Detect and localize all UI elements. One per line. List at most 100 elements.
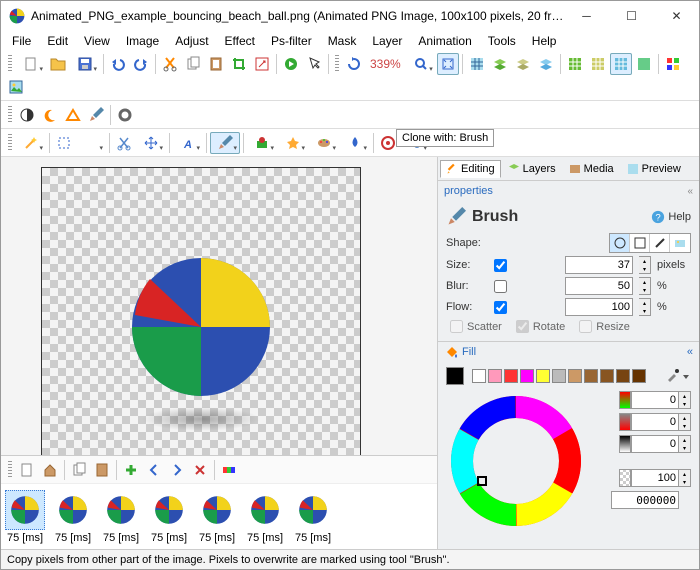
menu-view[interactable]: View — [77, 32, 117, 50]
swatch[interactable] — [504, 369, 518, 383]
minimize-button[interactable]: ─ — [564, 1, 609, 31]
scatter-check[interactable]: Scatter — [450, 320, 502, 333]
paint-tool[interactable] — [309, 132, 339, 154]
frame-fx-icon[interactable] — [218, 459, 240, 481]
menu-adjust[interactable]: Adjust — [168, 32, 215, 50]
properties-header[interactable]: properties« — [438, 181, 699, 201]
fit-button[interactable] — [437, 53, 459, 75]
menu-psfilter[interactable]: Ps-filter — [264, 32, 319, 50]
swatch[interactable] — [536, 369, 550, 383]
blur-input[interactable] — [565, 277, 633, 295]
scissors-tool[interactable] — [113, 132, 135, 154]
frame-thumb[interactable]: 75 [ms] — [149, 490, 189, 544]
gear-icon[interactable] — [114, 104, 136, 126]
frame-thumb[interactable]: 75 [ms] — [53, 490, 93, 544]
size-input[interactable] — [565, 256, 633, 274]
swatch-current[interactable] — [446, 367, 464, 385]
shape-diag-icon[interactable] — [650, 234, 670, 252]
fill-header[interactable]: Fill « — [438, 341, 699, 361]
swatch[interactable] — [552, 369, 566, 383]
tab-media[interactable]: Media — [563, 160, 620, 178]
frame-left-icon[interactable] — [143, 459, 165, 481]
grip-icon[interactable] — [8, 55, 12, 73]
s-spin[interactable]: ▴▾ — [679, 413, 691, 431]
marquee-tool[interactable] — [53, 132, 75, 154]
size-check[interactable] — [494, 259, 507, 272]
zoom-value[interactable]: 339% — [366, 57, 405, 71]
menu-help[interactable]: Help — [525, 32, 564, 50]
open-button[interactable] — [47, 53, 69, 75]
brush-tool[interactable] — [210, 132, 240, 154]
tab-editing[interactable]: Editing — [440, 160, 501, 178]
tab-preview[interactable]: Preview — [621, 160, 687, 178]
color-wheel[interactable] — [446, 391, 586, 531]
l-input[interactable] — [631, 435, 679, 453]
flow-input[interactable] — [565, 298, 633, 316]
grip-icon[interactable] — [8, 461, 12, 479]
tab-layers[interactable]: Layers — [502, 160, 562, 178]
grid2-icon[interactable] — [587, 53, 609, 75]
blur-check[interactable] — [494, 280, 507, 293]
swatch[interactable] — [568, 369, 582, 383]
a-input[interactable] — [631, 469, 679, 487]
menu-layer[interactable]: Layer — [365, 32, 409, 50]
layer3-button[interactable] — [535, 53, 557, 75]
grid1-icon[interactable] — [564, 53, 586, 75]
rotate-button[interactable] — [343, 53, 365, 75]
s-input[interactable] — [631, 413, 679, 431]
resize-button[interactable] — [251, 53, 273, 75]
size-spinner[interactable]: ▴▾ — [639, 256, 651, 274]
frame-thumb[interactable]: 75 [ms] — [293, 490, 333, 544]
pointer-button[interactable] — [303, 53, 325, 75]
contrast-icon[interactable] — [16, 104, 38, 126]
flow-check[interactable] — [494, 301, 507, 314]
h-input[interactable] — [631, 391, 679, 409]
grip-icon[interactable] — [335, 55, 339, 73]
frame-copy-icon[interactable] — [68, 459, 90, 481]
menu-animation[interactable]: Animation — [411, 32, 478, 50]
frame-thumb[interactable]: 75 [ms] — [101, 490, 141, 544]
marquee-dd[interactable] — [76, 132, 106, 154]
menu-effect[interactable]: Effect — [218, 32, 262, 50]
drop-tool[interactable] — [340, 132, 370, 154]
layer1-button[interactable] — [489, 53, 511, 75]
test-button[interactable] — [280, 53, 302, 75]
zoom-dropdown[interactable] — [406, 53, 436, 75]
image-icon[interactable] — [5, 76, 27, 98]
h-spin[interactable]: ▴▾ — [679, 391, 691, 409]
shape-custom-icon[interactable] — [670, 234, 690, 252]
rotate-check[interactable]: Rotate — [516, 320, 565, 333]
triangle-icon[interactable] — [62, 104, 84, 126]
wand-tool[interactable] — [16, 132, 46, 154]
frame-thumb[interactable]: 75 [ms] — [5, 490, 45, 544]
menu-tools[interactable]: Tools — [481, 32, 523, 50]
frame-right-icon[interactable] — [166, 459, 188, 481]
close-button[interactable]: ✕ — [654, 1, 699, 31]
brush2-icon[interactable] — [85, 104, 107, 126]
menu-mask[interactable]: Mask — [321, 32, 364, 50]
a-grad[interactable] — [619, 469, 631, 487]
menu-edit[interactable]: Edit — [40, 32, 75, 50]
flow-spinner[interactable]: ▴▾ — [639, 298, 651, 316]
shape-circle-icon[interactable] — [610, 234, 630, 252]
l-spin[interactable]: ▴▾ — [679, 435, 691, 453]
text-tool[interactable]: A — [173, 132, 203, 154]
swatch[interactable] — [472, 369, 486, 383]
redo-button[interactable] — [130, 53, 152, 75]
frame-thumb[interactable]: 75 [ms] — [197, 490, 237, 544]
resize-check[interactable]: Resize — [579, 320, 630, 333]
move-tool[interactable] — [136, 132, 166, 154]
grid3-icon[interactable] — [610, 53, 632, 75]
frame-paste-icon[interactable] — [91, 459, 113, 481]
shape-tool[interactable] — [247, 132, 277, 154]
cut-button[interactable] — [159, 53, 181, 75]
swatch[interactable] — [584, 369, 598, 383]
blur-spinner[interactable]: ▴▾ — [639, 277, 651, 295]
crop-button[interactable] — [228, 53, 250, 75]
eyedrop-icon[interactable] — [665, 369, 679, 383]
save-button[interactable] — [70, 53, 100, 75]
frame-home-icon[interactable] — [39, 459, 61, 481]
l-grad[interactable] — [619, 435, 631, 453]
undo-button[interactable] — [107, 53, 129, 75]
hex-input[interactable] — [611, 491, 679, 509]
